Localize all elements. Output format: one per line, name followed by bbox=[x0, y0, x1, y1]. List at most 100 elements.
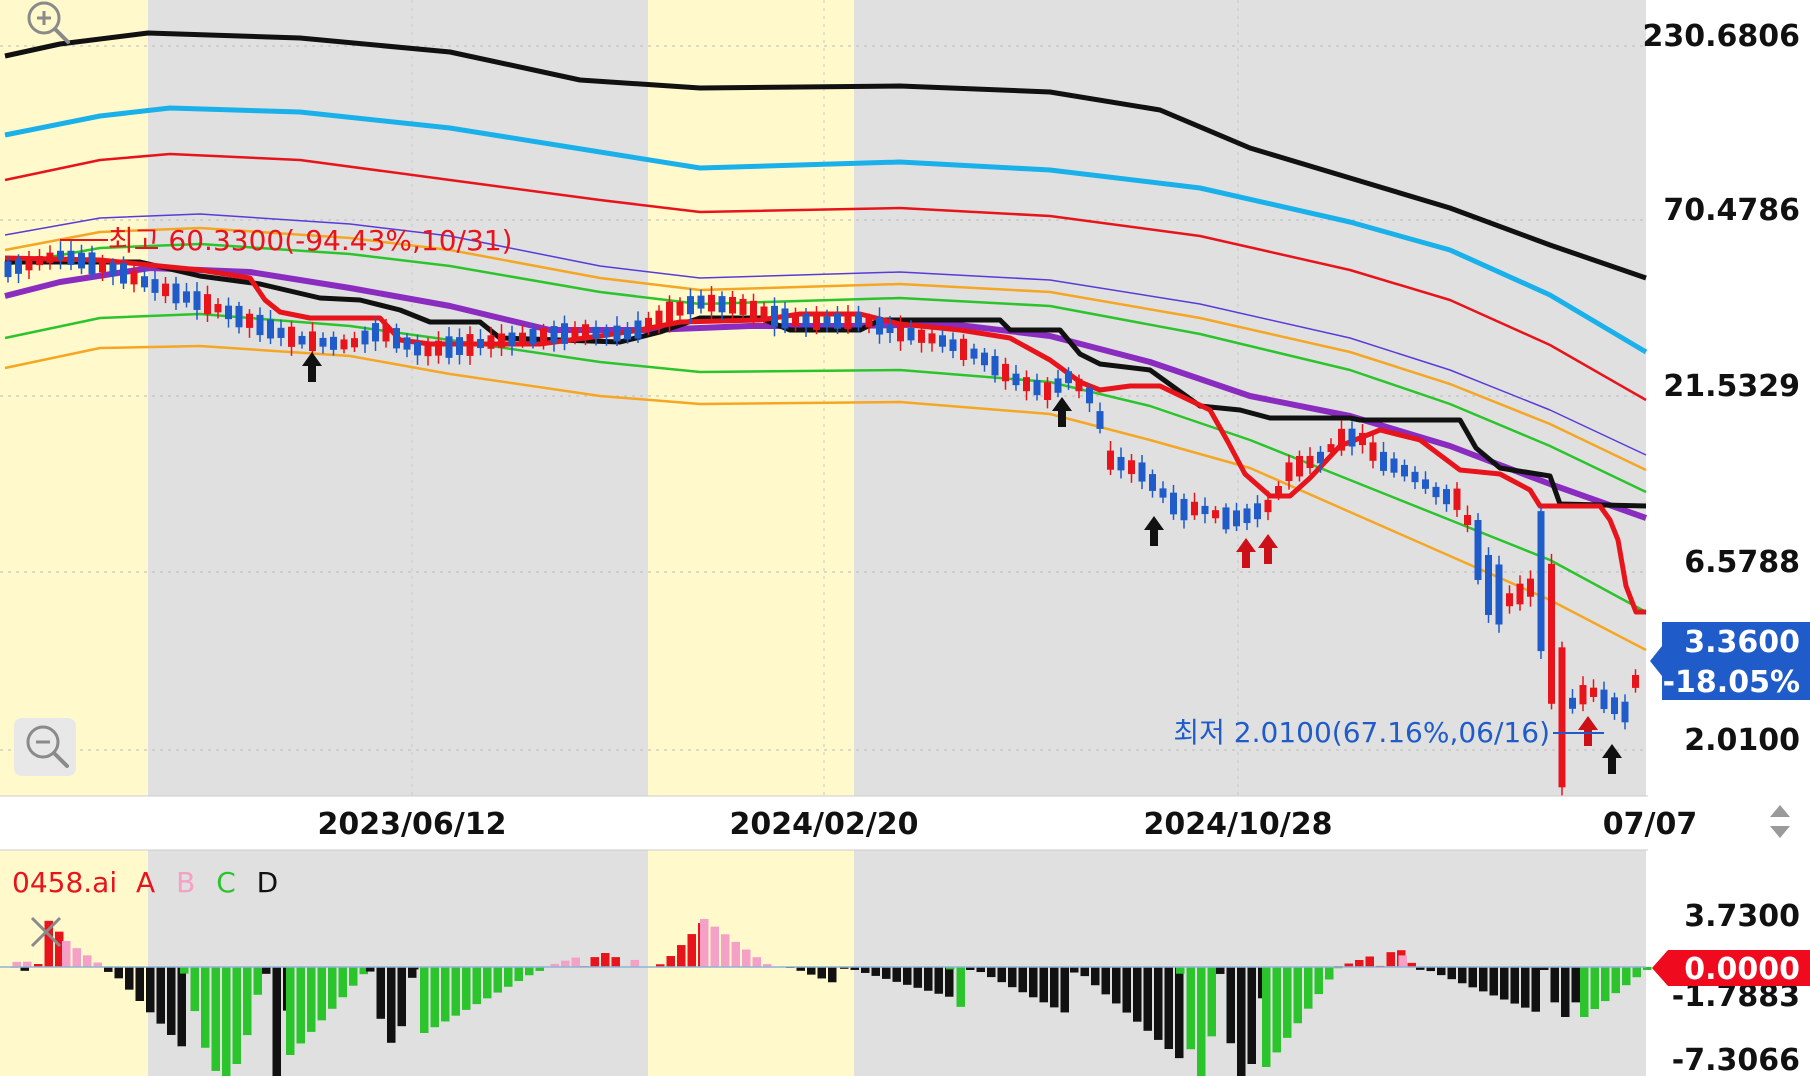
candle-body bbox=[939, 335, 946, 347]
candle-body bbox=[78, 252, 85, 269]
candle-body bbox=[1159, 488, 1167, 498]
candle-body bbox=[1296, 455, 1303, 477]
histogram-bar bbox=[1447, 967, 1456, 980]
legend-c: C bbox=[216, 866, 236, 899]
candle-body bbox=[981, 352, 988, 366]
candle-body bbox=[1569, 697, 1576, 709]
indicator-name: 0458.ai bbox=[12, 866, 117, 899]
candle-body bbox=[792, 313, 799, 326]
candle-body bbox=[36, 256, 43, 266]
candle-body bbox=[1338, 428, 1345, 451]
histogram-bar bbox=[1060, 967, 1069, 1013]
histogram-bar bbox=[871, 967, 880, 976]
histogram-bar bbox=[430, 967, 439, 1028]
candle-body bbox=[1590, 687, 1597, 698]
candle-body bbox=[214, 304, 222, 313]
price-tick: 70.4786 bbox=[1663, 193, 1800, 228]
candle-body bbox=[1558, 647, 1566, 788]
candle-body bbox=[1128, 460, 1135, 475]
candle-body bbox=[1474, 520, 1482, 580]
candle-body bbox=[624, 328, 631, 340]
candle-body bbox=[1054, 378, 1062, 393]
candle-body bbox=[1506, 593, 1513, 607]
histogram-bar bbox=[211, 967, 220, 1071]
legend-b: B bbox=[176, 866, 195, 899]
histogram-bar bbox=[83, 955, 92, 967]
histogram-bar bbox=[1550, 967, 1559, 1003]
candle-body bbox=[1012, 373, 1020, 386]
candle-body bbox=[424, 342, 432, 357]
candle-body bbox=[1611, 697, 1618, 715]
candle-body bbox=[876, 317, 883, 335]
candle-body bbox=[109, 262, 117, 276]
histogram-bar bbox=[1561, 967, 1570, 1017]
scroll-arrows-icon[interactable] bbox=[1760, 798, 1808, 848]
candle-body bbox=[1317, 451, 1324, 464]
histogram-bar bbox=[201, 967, 210, 1048]
candle-body bbox=[1548, 563, 1555, 704]
histogram-bar bbox=[253, 967, 262, 995]
histogram-bar bbox=[1226, 967, 1235, 1044]
histogram-bar bbox=[1314, 967, 1323, 995]
high-annotation-text: 최고 60.3300(-94.43%,10/31) bbox=[108, 224, 513, 257]
candle-body bbox=[435, 340, 442, 356]
histogram-bar bbox=[1601, 967, 1610, 1002]
zoom-out-icon[interactable] bbox=[14, 718, 76, 776]
candle-body bbox=[1264, 499, 1272, 513]
histogram-bar bbox=[1632, 967, 1641, 978]
candle-body bbox=[508, 332, 516, 346]
candle-body bbox=[718, 296, 726, 313]
histogram-bar bbox=[462, 967, 471, 1010]
candle-body bbox=[1327, 444, 1335, 453]
candle-body bbox=[1432, 486, 1440, 498]
histogram-bar bbox=[924, 967, 933, 991]
histogram-bar bbox=[590, 957, 599, 967]
indicator-legend: 0458.ai A B C D bbox=[12, 866, 278, 899]
candle-body bbox=[309, 331, 316, 352]
candle-body bbox=[1632, 674, 1639, 688]
histogram-bar bbox=[913, 967, 922, 988]
candle-body bbox=[1621, 701, 1629, 723]
candle-body bbox=[1369, 442, 1377, 461]
histogram-bar bbox=[861, 967, 870, 973]
candle-body bbox=[340, 339, 348, 350]
histogram-bar bbox=[1247, 967, 1256, 1064]
histogram-bar bbox=[262, 967, 271, 974]
candle-body bbox=[4, 261, 12, 278]
candle-body bbox=[1464, 514, 1471, 526]
candle-body bbox=[1285, 462, 1293, 482]
low-annotation-text: 최저 2.0100(67.16%,06/16) bbox=[1173, 716, 1550, 749]
histogram-bar bbox=[1186, 967, 1195, 1050]
indicator-tick: -7.3066 bbox=[1672, 1043, 1800, 1076]
candle-body bbox=[561, 323, 568, 344]
histogram-bar bbox=[1080, 967, 1089, 977]
candle-body bbox=[246, 313, 253, 328]
histogram-bar bbox=[190, 967, 199, 1012]
candle-body bbox=[928, 333, 936, 344]
histogram-bar bbox=[387, 967, 396, 1043]
candle-body bbox=[666, 301, 673, 323]
candle-body bbox=[1443, 489, 1450, 505]
current-price: 3.3600 bbox=[1684, 625, 1800, 660]
candle-body bbox=[708, 294, 715, 312]
low-annotation: 최저 2.0100(67.16%,06/16) bbox=[1173, 716, 1604, 749]
candle-body bbox=[277, 327, 285, 338]
candle-body bbox=[445, 336, 453, 358]
candle-body bbox=[582, 324, 589, 341]
histogram-bar bbox=[561, 960, 570, 967]
histogram-bar bbox=[630, 959, 639, 967]
stock-chart[interactable]: 최고 60.3300(-94.43%,10/31) 최저 2.0100(67.1… bbox=[0, 0, 1810, 1076]
candle-body bbox=[750, 300, 757, 320]
candle-body bbox=[288, 326, 295, 347]
candle-body bbox=[519, 332, 526, 343]
histogram-bar bbox=[504, 967, 513, 987]
histogram-bar bbox=[338, 967, 347, 998]
candle-body bbox=[1149, 474, 1156, 491]
histogram-bar bbox=[1325, 967, 1334, 980]
candle-body bbox=[193, 291, 201, 310]
histogram-bar bbox=[62, 941, 71, 967]
histogram-bar bbox=[232, 967, 241, 1065]
histogram-bar bbox=[135, 967, 144, 1001]
histogram-bar bbox=[677, 945, 686, 967]
candle-body bbox=[225, 305, 232, 320]
